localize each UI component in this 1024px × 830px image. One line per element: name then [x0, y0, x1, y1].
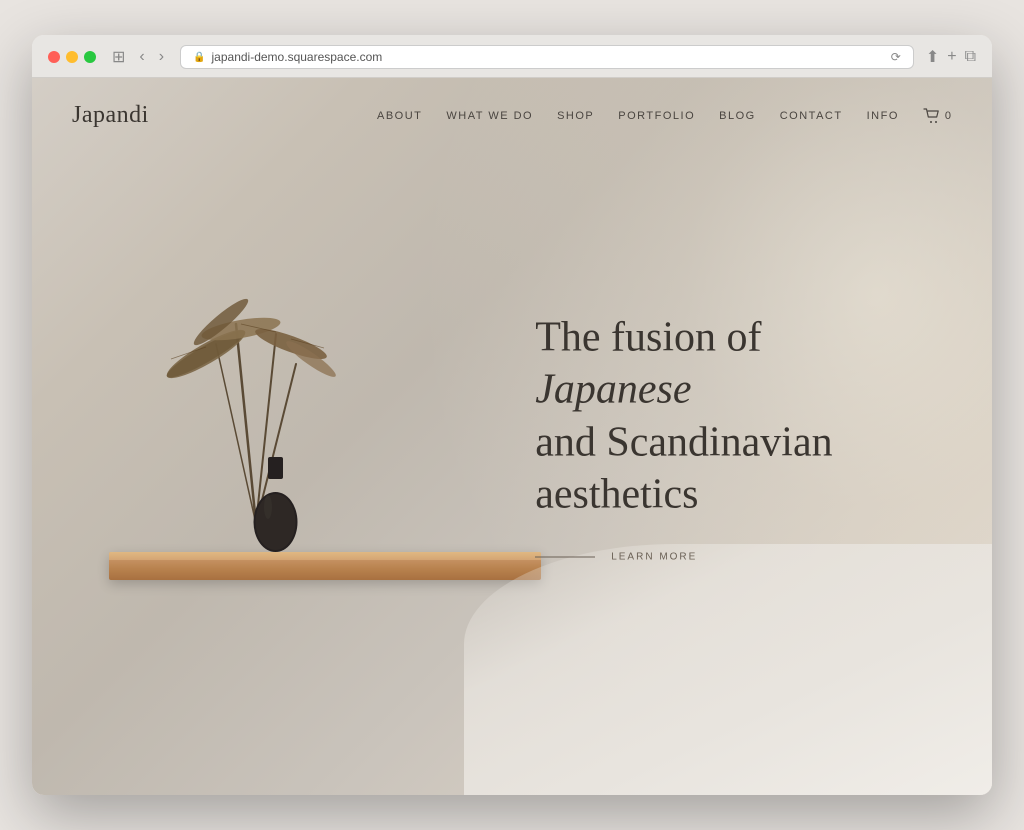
learn-more-label: LEARN MORE — [611, 551, 697, 562]
nav-item-contact[interactable]: CONTACT — [780, 110, 843, 122]
bedding-decoration — [464, 544, 992, 795]
share-icon[interactable]: ⬆ — [926, 47, 939, 67]
grid-icon[interactable]: ⊞ — [108, 45, 129, 69]
cart-button[interactable]: 0 — [923, 108, 952, 124]
traffic-lights — [48, 51, 96, 63]
hero-heading: The fusion of Japanese and Scandinavian … — [535, 311, 915, 521]
browser-chrome: ⊞ ‹ › 🔒 japandi-demo.squarespace.com ⟳ ⬆… — [32, 35, 992, 78]
site-navigation: Japandi ABOUT WHAT WE DO SHOP PORTFOLIO … — [32, 78, 992, 153]
nav-item-info[interactable]: INFO — [867, 110, 899, 122]
nav-item-what-we-do[interactable]: WHAT WE DO — [446, 110, 533, 122]
nav-links: ABOUT WHAT WE DO SHOP PORTFOLIO BLOG CON… — [377, 108, 952, 124]
cart-count: 0 — [945, 110, 952, 122]
vase-illustration — [248, 457, 303, 552]
hero-text-block: The fusion of Japanese and Scandinavian … — [535, 311, 915, 562]
hero-heading-line1: The fusion of — [535, 314, 761, 360]
wooden-shelf — [109, 552, 541, 580]
hero-heading-line2: and Scandinavian — [535, 419, 832, 465]
browser-actions: ⬆ + ⧉ — [926, 47, 976, 67]
back-button[interactable]: ‹ — [135, 46, 148, 68]
browser-controls: ⊞ ‹ › — [108, 45, 168, 69]
reload-icon[interactable]: ⟳ — [891, 50, 901, 64]
close-button[interactable] — [48, 51, 60, 63]
fullscreen-button[interactable] — [84, 51, 96, 63]
url-text: japandi-demo.squarespace.com — [212, 50, 383, 64]
nav-item-about[interactable]: ABOUT — [377, 110, 422, 122]
lock-icon: 🔒 — [193, 52, 205, 63]
tabs-icon[interactable]: ⧉ — [965, 48, 976, 66]
nav-item-shop[interactable]: SHOP — [557, 110, 594, 122]
hero-heading-line3: aesthetics — [535, 472, 698, 518]
learn-more-line — [535, 556, 595, 557]
website-content: Japandi ABOUT WHAT WE DO SHOP PORTFOLIO … — [32, 78, 992, 795]
address-bar[interactable]: 🔒 japandi-demo.squarespace.com ⟳ — [180, 45, 914, 69]
cart-icon — [923, 108, 941, 124]
hero-heading-italic: Japanese — [535, 367, 691, 413]
site-logo[interactable]: Japandi — [72, 102, 149, 129]
nav-item-blog[interactable]: BLOG — [719, 110, 756, 122]
forward-button[interactable]: › — [155, 46, 168, 68]
nav-item-portfolio[interactable]: PORTFOLIO — [618, 110, 695, 122]
minimize-button[interactable] — [66, 51, 78, 63]
browser-window: ⊞ ‹ › 🔒 japandi-demo.squarespace.com ⟳ ⬆… — [32, 35, 992, 795]
learn-more-button[interactable]: LEARN MORE — [535, 551, 915, 562]
new-tab-icon[interactable]: + — [947, 48, 956, 66]
